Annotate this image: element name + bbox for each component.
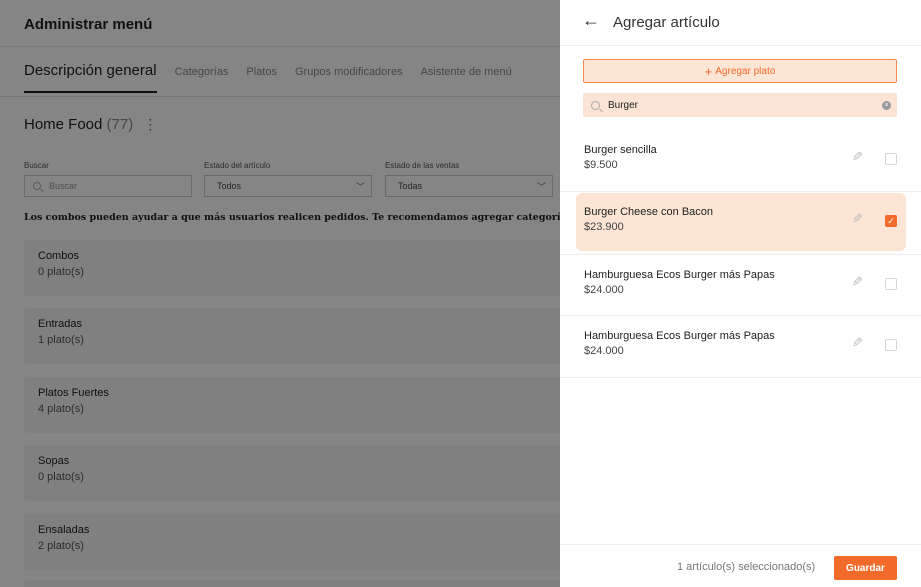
pencil-icon[interactable]: ✎ xyxy=(852,211,863,227)
dish-list: Burger sencilla $9.500 ✎ Burger Cheese c… xyxy=(560,130,921,378)
checkmark-icon: ✓ xyxy=(887,215,895,226)
drawer-title: Agregar artículo xyxy=(613,14,720,31)
list-item[interactable]: Hamburguesa Ecos Burger más Papas $24.00… xyxy=(560,316,921,378)
save-button[interactable]: Guardar xyxy=(834,556,897,580)
list-item[interactable]: Burger Cheese con Bacon $23.900 ✎ ✓ xyxy=(560,192,921,254)
dish-name: Burger Cheese con Bacon xyxy=(584,206,714,218)
dish-search-input[interactable]: Burger × xyxy=(583,93,897,117)
dish-price: $24.000 xyxy=(584,345,624,357)
dish-search-value: Burger xyxy=(608,99,639,111)
select-checkbox[interactable]: ✓ xyxy=(885,215,897,227)
clear-icon[interactable]: × xyxy=(882,100,891,110)
dish-price: $23.900 xyxy=(584,221,624,233)
pencil-icon[interactable]: ✎ xyxy=(852,149,863,165)
select-checkbox[interactable] xyxy=(885,153,897,165)
select-checkbox[interactable] xyxy=(885,278,897,290)
arrow-left-icon[interactable]: ← xyxy=(582,10,600,31)
pencil-icon[interactable]: ✎ xyxy=(852,274,863,290)
add-item-drawer: ← Agregar artículo + Agregar plato Burge… xyxy=(560,0,921,587)
list-item[interactable]: Hamburguesa Ecos Burger más Papas $24.00… xyxy=(560,254,921,316)
selection-count: 1 artículo(s) seleccionado(s) xyxy=(677,561,816,573)
dish-name: Burger sencilla xyxy=(584,144,657,156)
plus-icon: + xyxy=(704,63,713,79)
list-item[interactable]: Burger sencilla $9.500 ✎ xyxy=(560,130,921,192)
add-dish-button[interactable]: + Agregar plato xyxy=(583,59,897,83)
drawer-footer: 1 artículo(s) seleccionado(s) Guardar xyxy=(560,544,921,587)
pencil-icon[interactable]: ✎ xyxy=(852,335,863,351)
search-icon xyxy=(591,100,600,110)
add-dish-label: Agregar plato xyxy=(715,65,776,77)
dish-name: Hamburguesa Ecos Burger más Papas xyxy=(584,269,775,281)
drawer-header: ← Agregar artículo xyxy=(560,0,921,46)
select-checkbox[interactable] xyxy=(885,339,897,351)
dish-price: $9.500 xyxy=(584,159,618,171)
dish-price: $24.000 xyxy=(584,284,624,296)
dish-name: Hamburguesa Ecos Burger más Papas xyxy=(584,330,775,342)
modal-backdrop[interactable] xyxy=(0,0,560,587)
